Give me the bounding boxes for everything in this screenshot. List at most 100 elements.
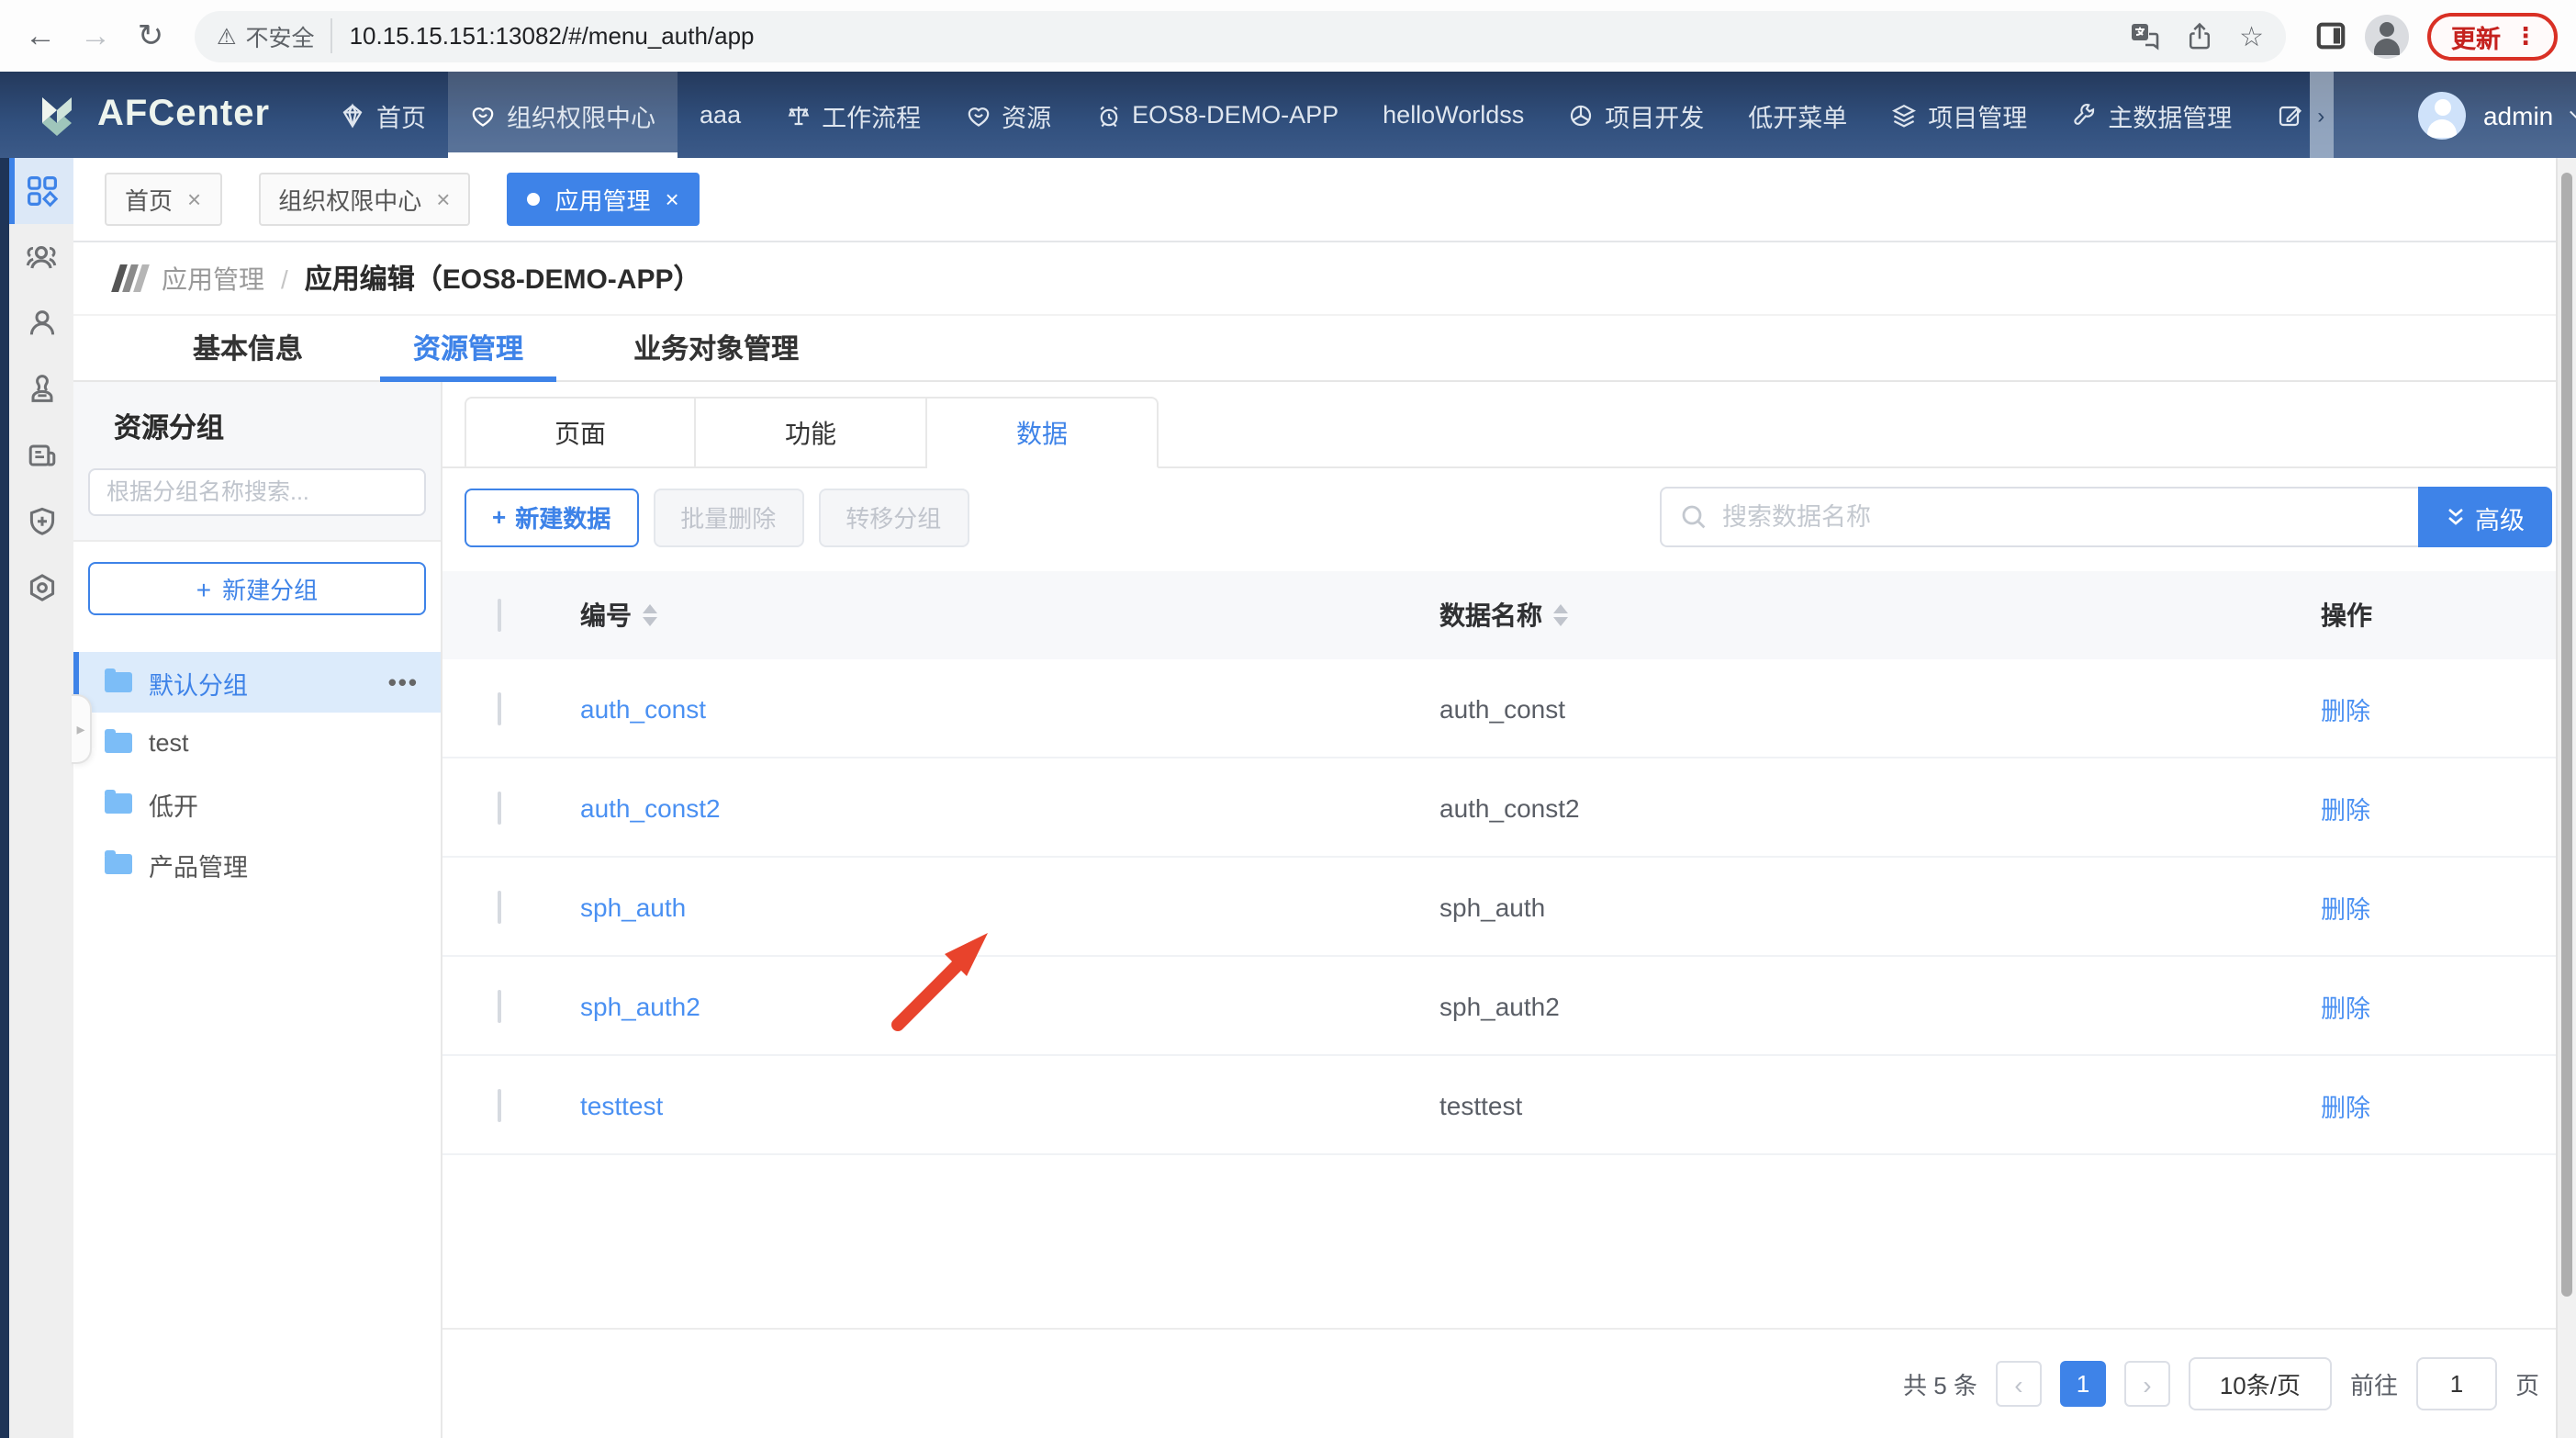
column-header-name: 数据名称 [1439,597,1542,634]
double-chevron-down-icon [2446,507,2466,527]
row-checkbox[interactable] [498,691,501,725]
rail-item-user-groups[interactable] [9,224,73,290]
rail-item-stamp[interactable] [9,356,73,422]
row-checkbox[interactable] [498,1088,501,1121]
goto-page-input[interactable] [2416,1357,2497,1410]
nav-item-helloworldss[interactable]: helloWorldss [1361,72,1546,158]
breadcrumb-slashes-icon [116,264,145,292]
chip-org-auth-center[interactable]: 组织权限中心 × [258,173,470,226]
sidebar-collapse-handle[interactable]: ▸ [72,694,92,764]
side-panel-icon[interactable] [2315,20,2346,51]
browser-forward-button[interactable]: → [73,14,118,58]
data-search-input[interactable] [1660,487,2418,547]
page-size-select[interactable]: 10条/页 [2189,1357,2332,1410]
rail-item-news[interactable] [9,422,73,489]
move-group-button[interactable]: 转移分组 [818,488,969,546]
nav-overflow-chevron[interactable]: › [2309,72,2333,158]
nav-item-org-auth-center[interactable]: 组织权限中心 [448,72,678,158]
data-code-link[interactable]: testtest [580,1090,663,1119]
tab-basic-info[interactable]: 基本信息 [138,316,358,380]
group-item-default[interactable]: 默认分组 ••• [73,652,441,713]
delete-link[interactable]: 删除 [2321,994,2370,1022]
group-item-test[interactable]: test [73,713,441,773]
scales-icon [785,102,811,128]
close-icon[interactable]: × [187,185,201,213]
browser-update-button[interactable]: 更新 ⋮ [2427,12,2558,60]
data-code-link[interactable]: auth_const2 [580,792,721,822]
group-more-icon[interactable]: ••• [388,668,419,696]
scrollbar-thumb[interactable] [2561,173,2572,1297]
tab-resource-mgmt[interactable]: 资源管理 [358,316,578,380]
row-checkbox[interactable] [498,989,501,1022]
delete-link[interactable]: 删除 [2321,796,2370,824]
chip-app-management[interactable]: 应用管理 × [507,173,699,226]
group-item-product-mgmt[interactable]: 产品管理 [73,834,441,894]
security-chip[interactable]: ⚠ 不安全 [217,18,333,53]
tab-data[interactable]: 数据 [927,397,1159,468]
advanced-search-button[interactable]: 高级 [2418,487,2552,547]
data-code-link[interactable]: sph_auth2 [580,991,700,1020]
users-group-icon [24,240,59,275]
nav-item-eos8-demo-app[interactable]: EOS8-DEMO-APP [1073,72,1361,158]
group-search-input[interactable] [88,468,426,516]
rail-item-apps[interactable] [9,158,73,224]
tab-functions[interactable]: 功能 [696,397,927,468]
address-bar[interactable]: ⚠ 不安全 10.15.15.151:13082/#/menu_auth/app… [195,10,2286,62]
nav-item-project-mgmt[interactable]: 项目管理 [1869,72,2049,158]
new-group-button[interactable]: + 新建分组 [88,562,426,615]
nav-item-project-dev[interactable]: 项目开发 [1546,72,1726,158]
data-code-link[interactable]: auth_const [580,693,706,723]
nav-item-workflow[interactable]: 工作流程 [763,72,943,158]
rail-item-settings[interactable] [9,555,73,621]
bookmark-star-icon[interactable]: ☆ [2239,19,2264,52]
nav-item-truncated[interactable]: 开 [2254,72,2309,158]
row-checkbox[interactable] [498,791,501,824]
batch-delete-button[interactable]: 批量删除 [653,488,803,546]
close-icon[interactable]: × [436,185,450,213]
browser-profile-avatar[interactable] [2365,14,2409,58]
rail-item-user[interactable] [9,290,73,356]
nav-item-aaa[interactable]: aaa [678,72,763,158]
tab-business-object-mgmt[interactable]: 业务对象管理 [578,316,854,380]
nav-item-resources[interactable]: 资源 [943,72,1073,158]
share-icon[interactable] [2184,21,2213,51]
delete-link[interactable]: 删除 [2321,697,2370,725]
browser-back-button[interactable]: ← [18,14,62,58]
group-item-lowcode[interactable]: 低开 [73,773,441,834]
stamp-icon [25,373,58,406]
delete-link[interactable]: 删除 [2321,1094,2370,1121]
page-title: 应用编辑（EOS8-DEMO-APP） [305,259,701,298]
url-text[interactable]: 10.15.15.151:13082/#/menu_auth/app [333,22,2115,50]
new-data-button[interactable]: + 新建数据 [465,488,638,546]
breadcrumb-parent[interactable]: 应用管理 [162,260,264,297]
user-menu[interactable]: admin [2333,72,2576,158]
browser-menu-kebab-icon[interactable]: ⋮ [2514,21,2537,51]
nav-item-label: 资源 [1002,96,1051,133]
pagination-prev-button[interactable]: ‹ [1996,1361,2042,1407]
tab-label: 基本信息 [193,329,303,367]
vertical-scrollbar[interactable] [2556,158,2576,1438]
tab-pages[interactable]: 页面 [465,397,696,468]
browser-reload-button[interactable]: ↻ [129,14,173,58]
page-unit-label: 页 [2515,1366,2539,1401]
data-code-link[interactable]: sph_auth [580,892,686,921]
sort-icon[interactable] [1553,604,1568,626]
close-icon[interactable]: × [665,185,678,213]
select-all-checkbox[interactable] [498,599,501,632]
sort-icon[interactable] [643,604,657,626]
pagination-page-1[interactable]: 1 [2060,1361,2106,1407]
translate-icon[interactable] [2129,21,2158,51]
nav-item-lowcode-menu[interactable]: 低开菜单 [1726,72,1869,158]
nav-item-master-data-mgmt[interactable]: 主数据管理 [2049,72,2254,158]
resource-panel: 页面 功能 数据 + 新建数据 [442,382,2576,1438]
pagination-next-button[interactable]: › [2124,1361,2170,1407]
app-logo[interactable]: AFCenter [0,72,318,158]
batch-delete-label: 批量删除 [680,500,776,534]
delete-link[interactable]: 删除 [2321,895,2370,923]
nav-item-home[interactable]: 首页 [318,72,448,158]
chip-home[interactable]: 首页 × [105,173,221,226]
group-label: test [149,729,189,757]
rail-item-shield-add[interactable] [9,489,73,555]
row-checkbox[interactable] [498,890,501,923]
table-row: auth_const auth_const 删除 [442,659,2576,758]
